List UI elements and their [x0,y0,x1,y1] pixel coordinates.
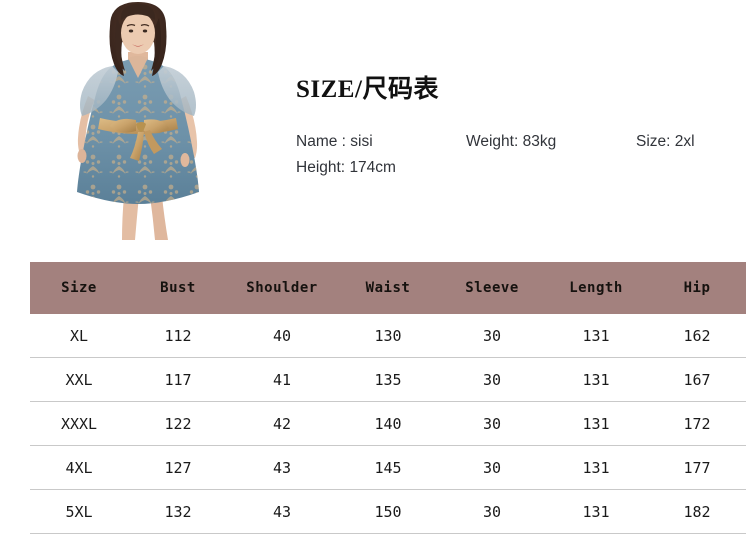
table-row: XXL 117 41 135 30 131 167 [30,357,746,402]
model-meta: Name : sisi Weight: 83kg Size: 2xl Heigh… [296,129,750,181]
page-title-latin: SIZE/ [296,76,363,103]
table-row: 5XL 132 43 150 30 131 182 [30,489,746,534]
cell-sleeve: 30 [440,445,544,490]
header-section: SIZE/尺码表 Name : sisi Weight: 83kg Size: … [0,0,750,248]
model-name: Name : sisi [296,129,373,155]
cell-sleeve: 30 [440,401,544,446]
size-chart-head: Size Bust Shoulder Waist Sleeve Length H… [30,262,746,314]
model-name-label: Name : [296,133,346,150]
column-header-bust: Bust [160,280,196,296]
cell-shoulder: 42 [228,401,336,446]
cell-sleeve: 30 [440,357,544,402]
cell-shoulder: 43 [228,489,336,534]
model-height-label: Height: [296,159,346,176]
cell-length: 131 [544,357,648,402]
cell-waist: 140 [336,401,440,446]
cell-waist: 130 [336,314,440,358]
column-header-sleeve: Sleeve [465,280,519,296]
model-meta-row-1: Name : sisi Weight: 83kg Size: 2xl [296,129,750,155]
cell-size: 5XL [30,489,128,534]
model-height: Height: 174cm [296,155,396,181]
cell-bust: 127 [128,445,228,490]
cell-waist: 150 [336,489,440,534]
table-header-row: Size Bust Shoulder Waist Sleeve Length H… [30,262,746,314]
face [121,12,155,54]
size-chart-body: XL 112 40 130 30 131 162 XXL 117 41 135 … [30,314,746,534]
table-row: 4XL 127 43 145 30 131 177 [30,445,746,490]
model-weight-value: 83kg [522,133,557,150]
cell-hip: 162 [648,314,746,358]
column-header-waist: Waist [365,280,411,296]
cell-shoulder: 43 [228,445,336,490]
cell-sleeve: 30 [440,489,544,534]
column-header-length: Length [569,280,623,296]
cell-waist: 145 [336,445,440,490]
cell-bust: 117 [128,357,228,402]
cell-size: XXXL [30,401,128,446]
column-header-shoulder: Shoulder [246,280,318,296]
cell-length: 131 [544,401,648,446]
cell-size: XXL [30,357,128,402]
cell-length: 131 [544,314,648,358]
cell-length: 131 [544,445,648,490]
cell-bust: 132 [128,489,228,534]
cell-length: 131 [544,489,648,534]
model-weight: Weight: 83kg [466,129,556,155]
cell-shoulder: 41 [228,357,336,402]
info-panel: SIZE/尺码表 Name : sisi Weight: 83kg Size: … [296,76,750,196]
cell-hip: 177 [648,445,746,490]
cell-bust: 122 [128,401,228,446]
cell-sleeve: 30 [440,314,544,358]
column-header-size: Size [61,280,97,296]
model-size-label: Size: [636,133,671,150]
cell-hip: 172 [648,401,746,446]
cell-waist: 135 [336,357,440,402]
product-photo [28,0,248,240]
model-name-value: sisi [350,133,373,150]
table-row: XXXL 122 42 140 30 131 172 [30,401,746,446]
cell-hip: 167 [648,357,746,402]
table-row: XL 112 40 130 30 131 162 [30,314,746,358]
model-weight-label: Weight: [466,133,519,150]
model-meta-row-2: Height: 174cm [296,155,750,181]
page-title: SIZE/尺码表 [296,76,750,102]
model-height-value: 174cm [349,159,396,176]
model-illustration [28,0,248,240]
column-header-hip: Hip [683,280,711,296]
cell-shoulder: 40 [228,314,336,358]
size-chart-table: Size Bust Shoulder Waist Sleeve Length H… [30,262,746,534]
cell-hip: 182 [648,489,746,534]
model-size: Size: 2xl [636,129,695,155]
page-title-cjk: 尺码表 [362,74,439,103]
cell-size: 4XL [30,445,128,490]
cell-size: XL [30,314,128,358]
cell-bust: 112 [128,314,228,358]
model-size-value: 2xl [674,133,695,150]
